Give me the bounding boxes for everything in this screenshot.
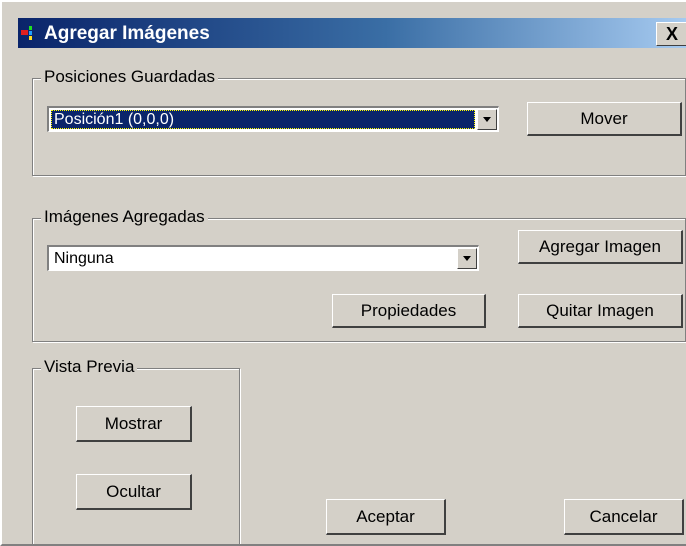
added-images-dropdown-button[interactable]	[457, 248, 477, 269]
saved-positions-dropdown-button[interactable]	[477, 109, 497, 130]
added-images-value: Ninguna	[54, 250, 114, 267]
dialog-window: Agregar Imágenes X Posiciones Guardadas …	[0, 0, 686, 546]
chevron-down-icon	[463, 256, 471, 261]
remove-image-button[interactable]: Quitar Imagen	[518, 294, 683, 328]
accept-button[interactable]: Aceptar	[326, 499, 446, 535]
saved-positions-combobox[interactable]: Posición1 (0,0,0)	[47, 106, 499, 132]
preview-label: Vista Previa	[41, 357, 138, 377]
title-bar[interactable]: Agregar Imágenes	[18, 18, 686, 48]
window-title: Agregar Imágenes	[44, 23, 210, 44]
show-button[interactable]: Mostrar	[76, 406, 192, 442]
preview-group: Vista Previa	[32, 357, 240, 544]
chevron-down-icon	[483, 117, 491, 122]
added-images-label: Imágenes Agregadas	[41, 207, 208, 227]
saved-positions-value: Posición1 (0,0,0)	[51, 110, 475, 129]
close-icon: X	[665, 24, 678, 44]
add-image-button[interactable]: Agregar Imagen	[518, 230, 683, 264]
close-button[interactable]: X	[656, 22, 686, 46]
added-images-combobox[interactable]: Ninguna	[47, 245, 479, 271]
properties-button[interactable]: Propiedades	[332, 294, 486, 328]
saved-positions-label: Posiciones Guardadas	[41, 67, 219, 87]
move-button[interactable]: Mover	[527, 102, 682, 136]
app-icon	[21, 26, 32, 40]
hide-button[interactable]: Ocultar	[76, 474, 192, 510]
cancel-button[interactable]: Cancelar	[564, 499, 684, 535]
